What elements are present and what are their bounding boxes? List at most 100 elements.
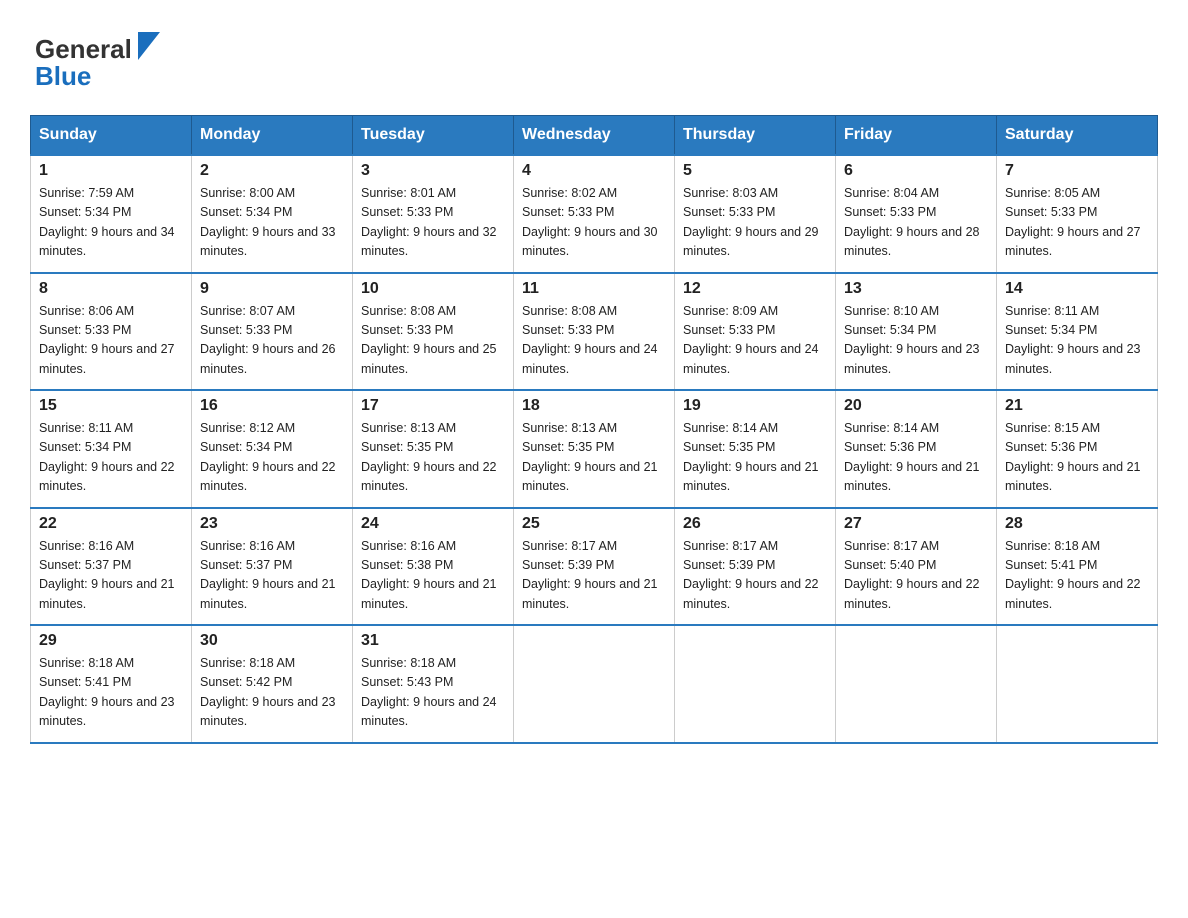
weekday-header-sunday: Sunday	[31, 116, 192, 156]
day-info: Sunrise: 8:11 AMSunset: 5:34 PMDaylight:…	[1005, 304, 1141, 376]
calendar-cell: 20 Sunrise: 8:14 AMSunset: 5:36 PMDaylig…	[836, 390, 997, 508]
day-info: Sunrise: 8:12 AMSunset: 5:34 PMDaylight:…	[200, 421, 336, 493]
calendar-cell: 14 Sunrise: 8:11 AMSunset: 5:34 PMDaylig…	[997, 273, 1158, 391]
day-info: Sunrise: 7:59 AMSunset: 5:34 PMDaylight:…	[39, 186, 175, 258]
day-number: 18	[522, 397, 666, 415]
day-info: Sunrise: 8:10 AMSunset: 5:34 PMDaylight:…	[844, 304, 980, 376]
day-number: 26	[683, 515, 827, 533]
calendar-cell: 16 Sunrise: 8:12 AMSunset: 5:34 PMDaylig…	[192, 390, 353, 508]
day-number: 21	[1005, 397, 1149, 415]
day-info: Sunrise: 8:07 AMSunset: 5:33 PMDaylight:…	[200, 304, 336, 376]
calendar-cell: 23 Sunrise: 8:16 AMSunset: 5:37 PMDaylig…	[192, 508, 353, 626]
day-number: 28	[1005, 515, 1149, 533]
day-info: Sunrise: 8:16 AMSunset: 5:37 PMDaylight:…	[39, 539, 175, 611]
day-number: 16	[200, 397, 344, 415]
calendar-cell: 18 Sunrise: 8:13 AMSunset: 5:35 PMDaylig…	[514, 390, 675, 508]
calendar-cell: 31 Sunrise: 8:18 AMSunset: 5:43 PMDaylig…	[353, 625, 514, 743]
day-number: 23	[200, 515, 344, 533]
calendar-cell: 22 Sunrise: 8:16 AMSunset: 5:37 PMDaylig…	[31, 508, 192, 626]
day-number: 22	[39, 515, 183, 533]
day-number: 19	[683, 397, 827, 415]
day-number: 14	[1005, 280, 1149, 298]
day-number: 13	[844, 280, 988, 298]
day-info: Sunrise: 8:15 AMSunset: 5:36 PMDaylight:…	[1005, 421, 1141, 493]
day-info: Sunrise: 8:17 AMSunset: 5:39 PMDaylight:…	[683, 539, 819, 611]
day-info: Sunrise: 8:18 AMSunset: 5:42 PMDaylight:…	[200, 656, 336, 728]
day-number: 17	[361, 397, 505, 415]
calendar-cell: 8 Sunrise: 8:06 AMSunset: 5:33 PMDayligh…	[31, 273, 192, 391]
weekday-header-wednesday: Wednesday	[514, 116, 675, 156]
day-info: Sunrise: 8:13 AMSunset: 5:35 PMDaylight:…	[522, 421, 658, 493]
calendar-cell: 2 Sunrise: 8:00 AMSunset: 5:34 PMDayligh…	[192, 155, 353, 273]
calendar-cell: 28 Sunrise: 8:18 AMSunset: 5:41 PMDaylig…	[997, 508, 1158, 626]
calendar-cell: 11 Sunrise: 8:08 AMSunset: 5:33 PMDaylig…	[514, 273, 675, 391]
day-number: 15	[39, 397, 183, 415]
svg-text:General: General	[35, 34, 132, 64]
svg-text:Blue: Blue	[35, 61, 91, 91]
calendar-cell: 24 Sunrise: 8:16 AMSunset: 5:38 PMDaylig…	[353, 508, 514, 626]
calendar-table: SundayMondayTuesdayWednesdayThursdayFrid…	[30, 115, 1158, 744]
week-row-4: 22 Sunrise: 8:16 AMSunset: 5:37 PMDaylig…	[31, 508, 1158, 626]
day-info: Sunrise: 8:03 AMSunset: 5:33 PMDaylight:…	[683, 186, 819, 258]
calendar-cell: 26 Sunrise: 8:17 AMSunset: 5:39 PMDaylig…	[675, 508, 836, 626]
day-number: 8	[39, 280, 183, 298]
calendar-cell: 3 Sunrise: 8:01 AMSunset: 5:33 PMDayligh…	[353, 155, 514, 273]
calendar-cell: 29 Sunrise: 8:18 AMSunset: 5:41 PMDaylig…	[31, 625, 192, 743]
calendar-cell: 12 Sunrise: 8:09 AMSunset: 5:33 PMDaylig…	[675, 273, 836, 391]
day-number: 29	[39, 632, 183, 650]
weekday-header-saturday: Saturday	[997, 116, 1158, 156]
day-number: 2	[200, 162, 344, 180]
day-info: Sunrise: 8:06 AMSunset: 5:33 PMDaylight:…	[39, 304, 175, 376]
day-info: Sunrise: 8:02 AMSunset: 5:33 PMDaylight:…	[522, 186, 658, 258]
day-number: 25	[522, 515, 666, 533]
calendar-cell: 19 Sunrise: 8:14 AMSunset: 5:35 PMDaylig…	[675, 390, 836, 508]
day-info: Sunrise: 8:11 AMSunset: 5:34 PMDaylight:…	[39, 421, 175, 493]
calendar-cell: 5 Sunrise: 8:03 AMSunset: 5:33 PMDayligh…	[675, 155, 836, 273]
day-number: 1	[39, 162, 183, 180]
calendar-cell	[675, 625, 836, 743]
day-number: 31	[361, 632, 505, 650]
calendar-cell: 7 Sunrise: 8:05 AMSunset: 5:33 PMDayligh…	[997, 155, 1158, 273]
calendar-cell: 4 Sunrise: 8:02 AMSunset: 5:33 PMDayligh…	[514, 155, 675, 273]
weekday-header-tuesday: Tuesday	[353, 116, 514, 156]
day-info: Sunrise: 8:09 AMSunset: 5:33 PMDaylight:…	[683, 304, 819, 376]
day-number: 27	[844, 515, 988, 533]
day-info: Sunrise: 8:04 AMSunset: 5:33 PMDaylight:…	[844, 186, 980, 258]
weekday-header-row: SundayMondayTuesdayWednesdayThursdayFrid…	[31, 116, 1158, 156]
calendar-cell: 15 Sunrise: 8:11 AMSunset: 5:34 PMDaylig…	[31, 390, 192, 508]
day-info: Sunrise: 8:16 AMSunset: 5:38 PMDaylight:…	[361, 539, 497, 611]
day-info: Sunrise: 8:18 AMSunset: 5:43 PMDaylight:…	[361, 656, 497, 728]
calendar-cell: 30 Sunrise: 8:18 AMSunset: 5:42 PMDaylig…	[192, 625, 353, 743]
calendar-cell: 9 Sunrise: 8:07 AMSunset: 5:33 PMDayligh…	[192, 273, 353, 391]
weekday-header-thursday: Thursday	[675, 116, 836, 156]
week-row-1: 1 Sunrise: 7:59 AMSunset: 5:34 PMDayligh…	[31, 155, 1158, 273]
day-info: Sunrise: 8:17 AMSunset: 5:40 PMDaylight:…	[844, 539, 980, 611]
week-row-2: 8 Sunrise: 8:06 AMSunset: 5:33 PMDayligh…	[31, 273, 1158, 391]
day-number: 11	[522, 280, 666, 298]
calendar-cell	[836, 625, 997, 743]
day-number: 3	[361, 162, 505, 180]
calendar-cell	[997, 625, 1158, 743]
day-info: Sunrise: 8:17 AMSunset: 5:39 PMDaylight:…	[522, 539, 658, 611]
day-info: Sunrise: 8:08 AMSunset: 5:33 PMDaylight:…	[361, 304, 497, 376]
calendar-cell: 17 Sunrise: 8:13 AMSunset: 5:35 PMDaylig…	[353, 390, 514, 508]
logo: General Blue	[30, 20, 170, 95]
day-number: 10	[361, 280, 505, 298]
day-number: 5	[683, 162, 827, 180]
logo-svg: General Blue	[30, 20, 170, 95]
day-info: Sunrise: 8:14 AMSunset: 5:35 PMDaylight:…	[683, 421, 819, 493]
day-info: Sunrise: 8:18 AMSunset: 5:41 PMDaylight:…	[1005, 539, 1141, 611]
day-info: Sunrise: 8:16 AMSunset: 5:37 PMDaylight:…	[200, 539, 336, 611]
calendar-cell: 10 Sunrise: 8:08 AMSunset: 5:33 PMDaylig…	[353, 273, 514, 391]
week-row-5: 29 Sunrise: 8:18 AMSunset: 5:41 PMDaylig…	[31, 625, 1158, 743]
day-number: 24	[361, 515, 505, 533]
calendar-cell: 21 Sunrise: 8:15 AMSunset: 5:36 PMDaylig…	[997, 390, 1158, 508]
calendar-cell	[514, 625, 675, 743]
day-number: 6	[844, 162, 988, 180]
day-info: Sunrise: 8:05 AMSunset: 5:33 PMDaylight:…	[1005, 186, 1141, 258]
calendar-cell: 13 Sunrise: 8:10 AMSunset: 5:34 PMDaylig…	[836, 273, 997, 391]
day-info: Sunrise: 8:14 AMSunset: 5:36 PMDaylight:…	[844, 421, 980, 493]
day-info: Sunrise: 8:13 AMSunset: 5:35 PMDaylight:…	[361, 421, 497, 493]
day-info: Sunrise: 8:08 AMSunset: 5:33 PMDaylight:…	[522, 304, 658, 376]
day-number: 30	[200, 632, 344, 650]
